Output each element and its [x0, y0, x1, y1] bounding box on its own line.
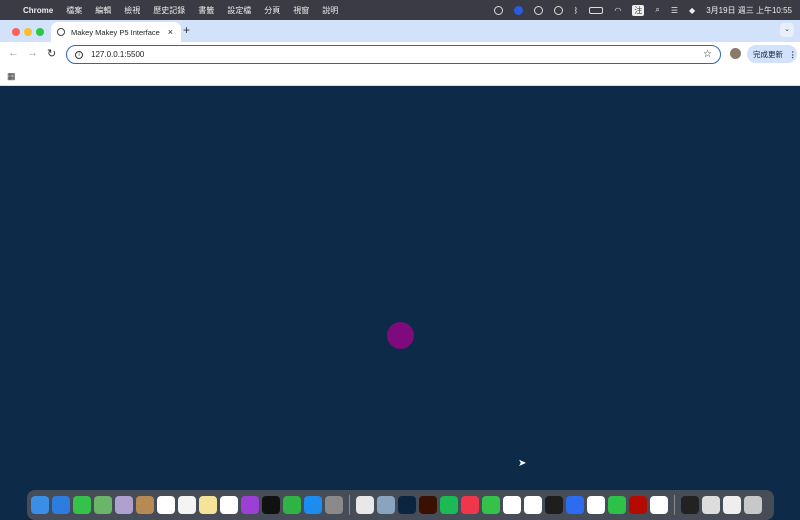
update-label: 完成更新: [753, 49, 783, 59]
dock-preview-icon[interactable]: [377, 496, 395, 514]
zoom-status-icon[interactable]: [513, 5, 523, 15]
dock-freeform-icon[interactable]: [220, 496, 238, 514]
dock-safari-icon[interactable]: [52, 496, 70, 514]
dock-app-store-icon[interactable]: [304, 496, 322, 514]
dock-illustrator-icon[interactable]: [419, 496, 437, 514]
dock-messages-icon[interactable]: [482, 496, 500, 514]
menu-tab[interactable]: 分頁: [264, 5, 280, 16]
dock-acrobat-icon[interactable]: [629, 496, 647, 514]
creative-cloud-icon[interactable]: [533, 5, 543, 15]
menu-edit[interactable]: 編輯: [95, 5, 111, 16]
menu-file[interactable]: 檔案: [66, 5, 82, 16]
dock-excel-icon[interactable]: [587, 496, 605, 514]
bluetooth-icon[interactable]: ᛒ: [574, 6, 579, 15]
dock-wechat-icon[interactable]: [608, 496, 626, 514]
address-bar[interactable]: i 127.0.0.1:5500 ☆: [66, 45, 721, 64]
battery-icon[interactable]: [589, 6, 604, 14]
menu-bar: Chrome 檔案 編輯 檢視 歷史記錄 書籤 設定檔 分頁 視窗 說明 ᛒ ◠…: [0, 0, 800, 20]
p5-canvas[interactable]: [0, 86, 800, 490]
dock-zoom-icon[interactable]: [566, 496, 584, 514]
dock-calendar-icon[interactable]: [157, 496, 175, 514]
tab-active[interactable]: Makey Makey P5 Interface ×: [51, 22, 181, 42]
menu-app-name[interactable]: Chrome: [23, 6, 53, 15]
close-tab-icon[interactable]: ×: [168, 27, 173, 37]
dock-trash-icon[interactable]: [744, 496, 762, 514]
mouse-cursor-icon: ➤: [518, 458, 527, 469]
menu-history[interactable]: 歷史記錄: [153, 5, 185, 16]
input-method-icon[interactable]: 注: [632, 4, 645, 16]
dock-separator: [674, 495, 675, 515]
dock-window-1-icon[interactable]: [681, 496, 699, 514]
url-text[interactable]: 127.0.0.1:5500: [91, 50, 144, 59]
close-window-button[interactable]: [12, 28, 20, 36]
siri-icon[interactable]: ◆: [689, 6, 695, 15]
site-info-icon[interactable]: i: [75, 50, 83, 59]
apps-grid-icon[interactable]: ▦: [7, 71, 16, 82]
zoom-window-button[interactable]: [36, 28, 44, 36]
dock-separator: [349, 495, 350, 515]
tab-bar: Makey Makey P5 Interface × + ⌄: [0, 20, 800, 42]
dock-facetime-icon[interactable]: [73, 496, 91, 514]
bookmarks-bar: ▦: [0, 66, 800, 86]
minimize-window-button[interactable]: [24, 28, 32, 36]
more-menu-icon[interactable]: ⋮: [789, 50, 797, 59]
dock-system-settings-icon[interactable]: [325, 496, 343, 514]
browser-toolbar: ← → ↻ i 127.0.0.1:5500 ☆ 完成更新 ⋮: [0, 42, 800, 66]
dock-window-3-icon[interactable]: [723, 496, 741, 514]
update-button[interactable]: 完成更新 ⋮: [747, 45, 797, 63]
menu-view[interactable]: 檢視: [124, 5, 140, 16]
dock-tv-icon[interactable]: [262, 496, 280, 514]
dock-numbers-icon[interactable]: [283, 496, 301, 514]
dock-notes-icon[interactable]: [199, 496, 217, 514]
globe-icon: [57, 28, 65, 36]
dock-maps-icon[interactable]: [94, 496, 112, 514]
clock[interactable]: 3月19日 週三 上午10:55: [706, 5, 792, 16]
tab-title: Makey Makey P5 Interface: [71, 27, 160, 37]
bookmark-star-icon[interactable]: ☆: [703, 49, 712, 60]
dock-vscode-icon[interactable]: [503, 496, 521, 514]
status-area: ᛒ ◠ 注 ⌕ ☰ ◆ 3月19日 週三 上午10:55: [493, 0, 792, 20]
spotlight-search-icon[interactable]: ⌕: [655, 5, 659, 15]
profile-avatar[interactable]: [730, 48, 741, 59]
tab-search-chevron-icon[interactable]: ⌄: [780, 23, 794, 37]
new-tab-button[interactable]: +: [183, 23, 190, 37]
dock-podcasts-icon[interactable]: [241, 496, 259, 514]
dock-reminders-icon[interactable]: [178, 496, 196, 514]
menu-profiles[interactable]: 設定檔: [227, 5, 251, 16]
control-center-icon[interactable]: ☰: [671, 6, 678, 15]
dock-contacts-icon[interactable]: [136, 496, 154, 514]
menu-bookmarks[interactable]: 書籤: [198, 5, 214, 16]
dock-chrome-icon[interactable]: [356, 496, 374, 514]
dock-music-icon[interactable]: [461, 496, 479, 514]
wifi-icon[interactable]: ◠: [614, 6, 621, 15]
dock-word-icon[interactable]: [524, 496, 542, 514]
forward-arrow-icon[interactable]: →: [27, 47, 38, 59]
dock-finder-icon[interactable]: [31, 496, 49, 514]
dock-figma-icon[interactable]: [545, 496, 563, 514]
dock: [27, 490, 774, 520]
menu-help[interactable]: 說明: [322, 5, 338, 16]
reload-icon[interactable]: ↻: [47, 47, 56, 60]
dock-teams-icon[interactable]: [650, 496, 668, 514]
play-icon[interactable]: [553, 5, 563, 15]
menu-window[interactable]: 視窗: [293, 5, 309, 16]
purple-circle: [387, 322, 414, 349]
dock-spotify-icon[interactable]: [440, 496, 458, 514]
record-icon[interactable]: [493, 5, 503, 15]
dock-window-2-icon[interactable]: [702, 496, 720, 514]
dock-launchpad-icon[interactable]: [115, 496, 133, 514]
back-arrow-icon[interactable]: ←: [8, 47, 19, 59]
dock-photoshop-icon[interactable]: [398, 496, 416, 514]
